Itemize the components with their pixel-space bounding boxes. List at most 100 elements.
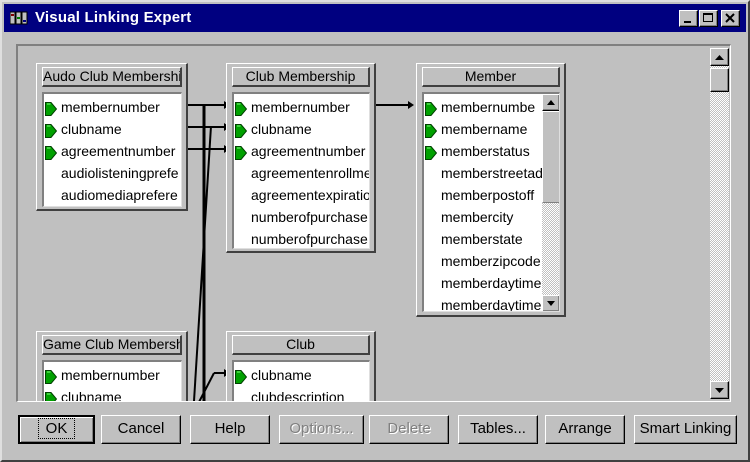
field-item[interactable]: membernumbe [424, 96, 559, 118]
scroll-thumb[interactable] [542, 111, 559, 203]
workspace-scroll-thumb[interactable] [710, 68, 729, 92]
field-item[interactable]: membercity [424, 206, 559, 228]
field-item[interactable]: memberpostoff [424, 184, 559, 206]
table-member[interactable]: Member membernumbe membername memberstat… [416, 63, 566, 317]
table-title[interactable]: Audo Club Membership [42, 67, 182, 87]
table-title[interactable]: Member [422, 67, 560, 87]
key-icon [45, 368, 58, 384]
options-button[interactable]: Options... [279, 415, 364, 444]
field-item[interactable]: agreementnumber [44, 140, 181, 162]
field-name: membernumber [61, 367, 160, 383]
field-item[interactable]: memberdaytime [424, 294, 559, 312]
field-item[interactable]: membernumber [234, 96, 369, 118]
scroll-down-button[interactable] [542, 295, 559, 311]
field-list[interactable]: clubname clubdescription [232, 360, 370, 401]
field-name: clubname [251, 121, 312, 137]
cancel-button[interactable]: Cancel [101, 415, 181, 444]
key-icon [45, 144, 58, 160]
field-name: memberpostoff [441, 187, 535, 203]
field-name: audiomediaprefere [61, 187, 178, 203]
workspace-scrollbar[interactable] [710, 48, 729, 399]
field-item[interactable]: audiolisteningprefe [44, 162, 181, 184]
field-item[interactable]: memberstate [424, 228, 559, 250]
key-icon [425, 122, 438, 138]
scroll-up-button[interactable] [542, 94, 559, 111]
visual-linking-expert-window: Visual Linking Expert Audo Club Membersh… [0, 0, 750, 462]
field-name: membernumbe [441, 99, 536, 115]
field-item[interactable]: clubname [234, 118, 369, 140]
field-name: audiolisteningprefe [61, 165, 179, 181]
field-item[interactable]: agreementenrollme [234, 162, 370, 184]
table-title[interactable]: Club Membership [232, 67, 370, 87]
ok-button-label: OK [37, 418, 76, 439]
field-item[interactable]: agreementnumber [234, 140, 369, 162]
window-title: Visual Linking Expert [35, 9, 192, 26]
field-name: memberdaytime [441, 275, 542, 291]
field-name: agreementnumber [61, 143, 176, 159]
field-item[interactable]: clubname [234, 364, 369, 386]
field-item[interactable]: clubname [44, 118, 181, 140]
close-icon [725, 13, 735, 23]
field-name: memberdaytime [441, 297, 542, 312]
key-icon [235, 368, 248, 384]
field-item[interactable]: clubdescription [234, 386, 369, 401]
field-item[interactable]: agreementexpiratio [234, 184, 370, 206]
field-item[interactable]: clubname [44, 386, 181, 401]
key-icon [235, 122, 248, 138]
smart-linking-button[interactable]: Smart Linking [634, 415, 737, 444]
table-club[interactable]: Club clubname clubdescription [226, 331, 376, 401]
field-list[interactable]: membernumber clubname agreementnumber ag… [232, 92, 370, 249]
workspace-scroll-down-button[interactable] [710, 381, 729, 399]
maximize-button[interactable] [699, 10, 718, 27]
key-icon [425, 144, 438, 160]
tables-button[interactable]: Tables... [458, 415, 538, 444]
table-club-membership[interactable]: Club Membership membernumber clubname ag… [226, 63, 376, 253]
field-item[interactable]: memberzipcode [424, 250, 559, 272]
minimize-icon [684, 21, 691, 23]
table-title[interactable]: Game Club Membership [42, 335, 182, 355]
workspace-scroll-up-button[interactable] [710, 48, 729, 66]
table-audo-club-membership[interactable]: Audo Club Membership membernumber clubna… [36, 63, 188, 211]
field-item[interactable]: memberstreetad [424, 162, 559, 184]
field-item[interactable]: numberofpurchase [234, 206, 369, 228]
field-name: memberzipcode [441, 253, 541, 269]
key-icon [45, 122, 58, 138]
ok-button[interactable]: OK [18, 415, 95, 444]
link-line [198, 372, 215, 401]
field-item[interactable]: memberdaytime [424, 272, 559, 294]
field-name: memberstreetad [441, 165, 543, 181]
field-name: memberstate [441, 231, 523, 247]
key-icon [235, 144, 248, 160]
field-name: membernumber [251, 99, 350, 115]
table-title[interactable]: Club [232, 335, 370, 355]
field-name: numberofpurchase [251, 209, 368, 225]
key-icon [425, 100, 438, 116]
help-button[interactable]: Help [190, 415, 270, 444]
field-list[interactable]: membernumbe membername memberstatus memb… [422, 92, 560, 312]
field-item[interactable]: membername [424, 118, 559, 140]
member-fields-scrollbar[interactable] [542, 94, 559, 311]
title-bar[interactable]: Visual Linking Expert [4, 4, 746, 32]
field-item[interactable]: numberofpurchase [234, 228, 369, 248]
field-name: agreementnumber [251, 143, 366, 159]
link-arrowhead [408, 101, 414, 109]
scroll-up-icon [547, 100, 555, 105]
field-name: numberofpurchase [251, 231, 368, 247]
field-item[interactable]: audiomediaprefere [44, 184, 181, 206]
field-item[interactable]: membernumber [44, 364, 181, 386]
field-item[interactable]: memberstatus [424, 140, 559, 162]
delete-button[interactable]: Delete [369, 415, 449, 444]
minimize-button[interactable] [679, 10, 698, 27]
field-list[interactable]: membernumber clubname [42, 360, 182, 401]
field-name: clubdescription [251, 389, 345, 401]
table-game-club-membership[interactable]: Game Club Membership membernumber clubna… [36, 331, 188, 401]
maximize-icon [703, 13, 713, 22]
scroll-down-icon [715, 388, 724, 393]
close-button[interactable] [721, 10, 740, 27]
field-name: membername [441, 121, 528, 137]
arrange-button[interactable]: Arrange [545, 415, 625, 444]
field-name: agreementexpiratio [251, 187, 370, 203]
field-list[interactable]: membernumber clubname agreementnumber au… [42, 92, 182, 207]
field-name: agreementenrollme [251, 165, 370, 181]
field-item[interactable]: membernumber [44, 96, 181, 118]
